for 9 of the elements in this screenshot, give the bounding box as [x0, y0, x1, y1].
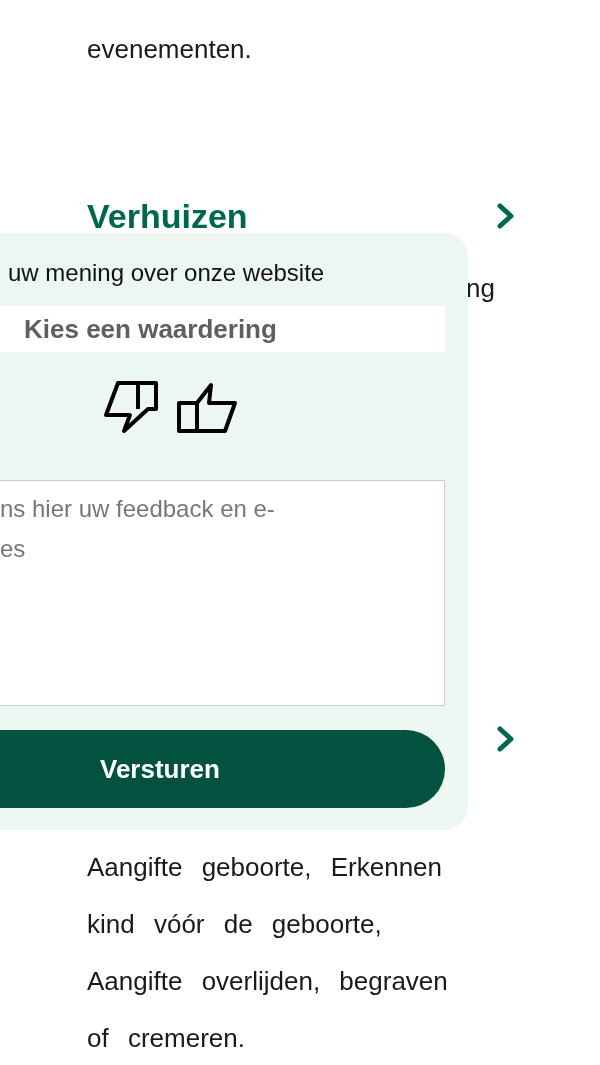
chevron-right-icon[interactable]: [497, 203, 515, 229]
submit-button[interactable]: Versturen: [0, 730, 445, 808]
section-description: ng: [466, 273, 495, 303]
feedback-title: uw mening over onze website: [8, 259, 325, 287]
paragraph-text: evenementen.: [87, 33, 253, 66]
chevron-right-icon[interactable]: [497, 726, 515, 752]
section-description: Aangifte geboorte, Erkennen kind vóór de geboorte, Aangifte overlijden, begraven of cremeren.: [87, 852, 448, 1053]
feedback-input-field[interactable]: ns hier uw feedback en e- es: [0, 480, 445, 706]
rating-dropdown[interactable]: Kies een waardering: [0, 306, 445, 352]
